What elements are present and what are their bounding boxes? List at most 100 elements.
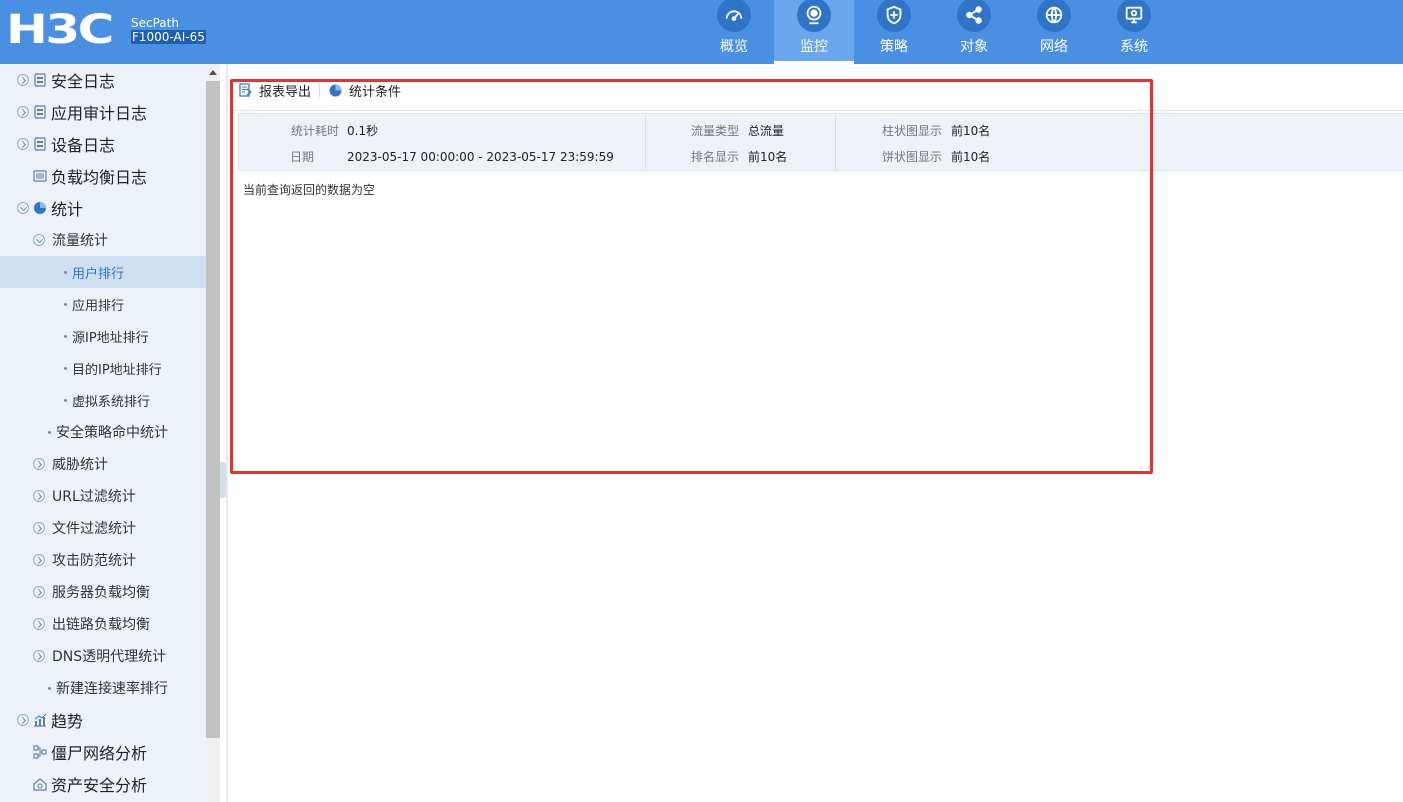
sidebar-item-security-log[interactable]: 安全日志: [0, 64, 206, 96]
sidebar-item-label: 出链路负载均衡: [52, 617, 150, 633]
sidebar-item-lb-log[interactable]: 负载均衡日志: [0, 160, 206, 192]
sidebar-item-statistics[interactable]: 统计: [0, 192, 206, 224]
expand-icon[interactable]: [33, 586, 45, 598]
sidebar-item-label: 应用审计日志: [51, 104, 148, 123]
home-shield-icon: [33, 778, 47, 791]
log-document-icon: [34, 73, 46, 87]
sidebar-item-label: 资产安全分析: [51, 776, 148, 795]
log-document-icon: [34, 105, 46, 119]
sidebar-item-dns-proxy-stats[interactable]: DNS透明代理统计: [0, 640, 206, 672]
expand-icon[interactable]: [33, 650, 45, 662]
nav-system[interactable]: 系统: [1094, 0, 1174, 64]
trend-chart-icon: [34, 713, 47, 727]
collapse-icon[interactable]: [33, 234, 45, 246]
expand-icon[interactable]: [33, 522, 45, 534]
monitor-camera-icon: [797, 0, 831, 32]
nav-system-label: 系统: [1120, 39, 1148, 55]
computer-gear-icon: [1117, 0, 1151, 32]
expand-icon[interactable]: [17, 714, 29, 726]
expand-icon[interactable]: [17, 138, 29, 150]
log-document-icon: [34, 137, 46, 151]
pie-chart-icon: [34, 202, 46, 214]
expand-icon[interactable]: [17, 74, 29, 86]
sidebar-item-user-ranking[interactable]: 用户排行: [0, 256, 206, 288]
nav-objects[interactable]: 对象: [934, 0, 1014, 64]
sidebar-item-src-ip-ranking[interactable]: 源IP地址排行: [0, 320, 206, 352]
nav-network-label: 网络: [1040, 39, 1068, 55]
expand-icon[interactable]: [33, 490, 45, 502]
sidebar-item-url-filter-stats[interactable]: URL过滤统计: [0, 480, 206, 512]
panel-divider: [226, 64, 228, 802]
sidebar-item-dst-ip-ranking[interactable]: 目的IP地址排行: [0, 352, 206, 384]
sidebar-item-new-conn-rate-ranking[interactable]: 新建连接速率排行: [0, 672, 206, 704]
sidebar-item-label: 应用排行: [72, 298, 125, 314]
product-model: F1000-AI-65: [131, 30, 206, 44]
sidebar-item-attack-defense-stats[interactable]: 攻击防范统计: [0, 544, 206, 576]
sidebar-item-trend[interactable]: 趋势: [0, 704, 206, 736]
sidebar-item-threat-stats[interactable]: 威胁统计: [0, 448, 206, 480]
sidebar-item-label: 攻击防范统计: [52, 553, 136, 569]
sidebar-item-label: URL过滤统计: [52, 489, 136, 505]
sidebar-item-app-audit-log[interactable]: 应用审计日志: [0, 96, 206, 128]
nav-network[interactable]: 网络: [1014, 0, 1094, 64]
scroll-up-arrow-icon[interactable]: [209, 70, 217, 75]
product-info: SecPath F1000-AI-65: [131, 16, 206, 44]
sidebar-item-label: 趋势: [51, 712, 84, 731]
nav-policy-label: 策略: [880, 39, 908, 55]
nav-overview-label: 概览: [720, 39, 748, 55]
nav-monitor[interactable]: 监控: [774, 0, 854, 64]
share-nodes-icon: [957, 0, 991, 32]
sidebar-item-asset-security[interactable]: 资产安全分析: [0, 768, 206, 800]
sidebar-item-label: 服务器负载均衡: [52, 585, 150, 601]
bullet-icon: [64, 334, 67, 338]
sidebar-item-label: 源IP地址排行: [72, 330, 149, 346]
sidebar-item-file-filter-stats[interactable]: 文件过滤统计: [0, 512, 206, 544]
scrollbar-thumb[interactable]: [206, 81, 220, 738]
network-topology-icon: [33, 745, 47, 759]
sidebar-item-label: 负载均衡日志: [51, 168, 148, 187]
globe-icon: [1037, 0, 1071, 32]
sidebar-item-outbound-link-lb[interactable]: 出链路负载均衡: [0, 608, 206, 640]
expand-icon[interactable]: [33, 554, 45, 566]
sidebar-item-device-log[interactable]: 设备日志: [0, 128, 206, 160]
sidebar-item-label: 统计: [51, 200, 84, 219]
shield-plus-icon: [877, 0, 911, 32]
sidebar-item-label: 用户排行: [72, 266, 125, 282]
sidebar-item-label: 目的IP地址排行: [72, 362, 162, 378]
bullet-icon: [48, 686, 51, 690]
sidebar-item-botnet-analysis[interactable]: 僵尸网络分析: [0, 736, 206, 768]
dashboard-icon: [717, 0, 751, 32]
main-nav: 概览 监控 策略 对象 网络 系统: [694, 0, 1174, 64]
nav-monitor-label: 监控: [800, 39, 828, 55]
annotation-highlight-box: [230, 79, 1153, 474]
bullet-icon: [64, 302, 67, 306]
bullet-icon: [64, 398, 67, 402]
sidebar-item-server-lb[interactable]: 服务器负载均衡: [0, 576, 206, 608]
sidebar-item-label: 新建连接速率排行: [56, 681, 168, 697]
sidebar-item-label: 设备日志: [51, 136, 116, 155]
collapse-icon[interactable]: [17, 202, 29, 214]
sidebar-item-app-ranking[interactable]: 应用排行: [0, 288, 206, 320]
bullet-icon: [48, 430, 51, 434]
sidebar: 安全日志 应用审计日志 设备日志 负载均衡日志 统计 流量统计 用户排行 应用排…: [0, 64, 206, 802]
list-icon: [33, 170, 47, 182]
sidebar-item-label: DNS透明代理统计: [52, 649, 167, 665]
expand-icon[interactable]: [17, 106, 29, 118]
sidebar-item-label: 流量统计: [52, 233, 108, 249]
expand-icon[interactable]: [33, 458, 45, 470]
sidebar-item-vsys-ranking[interactable]: 虚拟系统排行: [0, 384, 206, 416]
sidebar-scrollbar[interactable]: [206, 64, 220, 802]
expand-icon[interactable]: [33, 618, 45, 630]
nav-overview[interactable]: 概览: [694, 0, 774, 64]
h3c-logo: H3C: [6, 7, 114, 53]
nav-policy[interactable]: 策略: [854, 0, 934, 64]
sidebar-item-label: 安全策略命中统计: [56, 425, 168, 441]
bullet-icon: [64, 270, 67, 274]
bullet-icon: [64, 366, 67, 370]
sidebar-item-label: 虚拟系统排行: [72, 394, 151, 410]
nav-objects-label: 对象: [960, 39, 988, 55]
product-line: SecPath: [131, 16, 179, 30]
sidebar-item-policy-hit-stats[interactable]: 安全策略命中统计: [0, 416, 206, 448]
sidebar-item-traffic-stats[interactable]: 流量统计: [0, 224, 206, 256]
top-header: H3C SecPath F1000-AI-65 概览 监控 策略 对象 网络 系…: [0, 0, 1403, 64]
